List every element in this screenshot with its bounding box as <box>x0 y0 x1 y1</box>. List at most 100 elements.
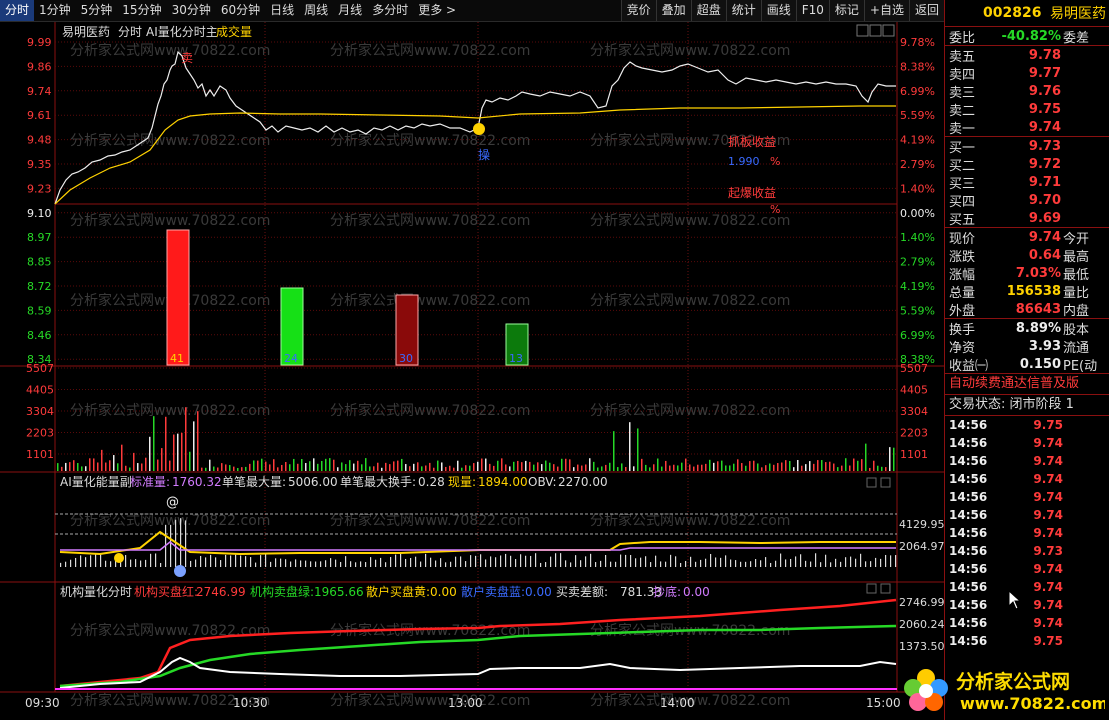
energy-legend-text: 0.28 <box>418 475 445 489</box>
volume-bar <box>217 467 219 471</box>
tick-price: 9.74 <box>1033 616 1063 630</box>
energy-bar <box>345 556 347 567</box>
tab-2[interactable]: 5分钟 <box>76 0 118 21</box>
tool-button-1[interactable]: 叠加 <box>655 0 691 21</box>
volume-bar <box>133 452 135 471</box>
tool-button-4[interactable]: 画线 <box>760 0 796 21</box>
volume-bar <box>849 465 851 471</box>
ask-row: 卖一 9.74 <box>945 118 1109 137</box>
volume-bar <box>609 462 611 471</box>
energy-bar <box>240 555 242 567</box>
fund-row: 收益㈠ 0.150 PE(动 <box>945 355 1109 374</box>
tool-button-3[interactable]: 统计 <box>725 0 761 21</box>
bid-row: 买四 9.70 <box>945 191 1109 210</box>
volume-bar <box>509 466 511 471</box>
tab-8[interactable]: 月线 <box>333 0 367 21</box>
at-marker: @ <box>166 495 179 510</box>
volume-bar <box>653 464 655 471</box>
volume-bar <box>581 465 583 471</box>
volume-bar <box>469 465 471 471</box>
fund-row-label: 净资 <box>949 340 976 356</box>
volume-bar <box>657 458 659 471</box>
volume-bar <box>85 466 87 471</box>
intraday-chart[interactable]: 分析家公式网www.70822.com 分析家公式网www.70822.com 分析… <box>0 22 944 720</box>
target-icon[interactable] <box>856 24 869 37</box>
energy-bar <box>570 562 572 567</box>
volume-bar <box>837 467 839 471</box>
tick-price: 9.75 <box>1033 418 1063 432</box>
fund-row: 净资 3.93 流通 <box>945 337 1109 356</box>
tool-button-7[interactable]: +自选 <box>863 0 909 21</box>
time-axis-label: 10:30 <box>233 696 268 710</box>
tab-5[interactable]: 60分钟 <box>216 0 265 21</box>
tick-time: 14:56 <box>949 472 988 486</box>
volume-bar <box>425 465 427 471</box>
energy-bar <box>230 555 232 567</box>
tab-6[interactable]: 日线 <box>265 0 299 21</box>
volume-bar <box>409 466 411 471</box>
tab-7[interactable]: 周线 <box>299 0 333 21</box>
stat-row-label: 外盘 <box>949 303 976 319</box>
inst-legend-text: 抄底: <box>653 584 681 599</box>
tab-1[interactable]: 1分钟 <box>34 0 76 21</box>
volume-bar <box>189 451 191 471</box>
tick-time: 14:56 <box>949 598 988 612</box>
tool-button-0[interactable]: 竞价 <box>620 0 656 21</box>
energy-bar <box>865 561 867 567</box>
volume-bar <box>569 459 571 471</box>
energy-bar <box>495 557 497 567</box>
ask-row-label: 卖三 <box>949 85 976 101</box>
energy-bar <box>520 554 522 567</box>
energy-bar <box>280 558 282 567</box>
bid-row-label: 买一 <box>949 140 976 156</box>
energy-bar <box>425 553 427 567</box>
tab-4[interactable]: 30分钟 <box>167 0 216 21</box>
energy-bar <box>85 557 87 567</box>
energy-bar <box>155 553 157 567</box>
volume-bar <box>325 458 327 471</box>
tick-list[interactable]: 14:56 9.75 14:56 9.74 14:56 9.74 14:56 9.74 14:5… <box>945 416 1109 650</box>
energy-bar <box>895 555 897 567</box>
watermark-text: 分析家公式网www.70822.com <box>330 212 530 229</box>
close-icon[interactable] <box>880 583 891 594</box>
energy-bar <box>820 562 822 567</box>
volume-bar <box>693 466 695 471</box>
time-axis-label: 14:00 <box>660 696 695 710</box>
energy-bar <box>845 557 847 567</box>
tab-9[interactable]: 多分时 <box>367 0 413 21</box>
volume-bar <box>685 458 687 471</box>
tab-3[interactable]: 15分钟 <box>117 0 166 21</box>
tab-10[interactable]: 更多 > <box>413 0 461 21</box>
tool-button-5[interactable]: F10 <box>795 0 829 21</box>
watermark-text: 分析家公式网www.70822.com <box>330 402 530 419</box>
volume-bar <box>793 467 795 471</box>
close-icon[interactable] <box>882 24 895 37</box>
tool-button-8[interactable]: 返回 <box>908 0 944 21</box>
volume-bar <box>701 464 703 471</box>
volume-bar <box>121 444 123 471</box>
tool-button-2[interactable]: 超盘 <box>690 0 726 21</box>
volume-bar <box>117 463 119 471</box>
close-icon[interactable] <box>880 477 891 488</box>
volume-bar <box>297 463 299 471</box>
tab-0[interactable]: 分时 <box>0 0 35 21</box>
ask-row-label: 卖五 <box>949 49 976 65</box>
dropdown-icon[interactable] <box>866 477 877 488</box>
restore-icon[interactable] <box>869 24 882 37</box>
energy-bar <box>305 560 307 567</box>
volume-bar <box>405 464 407 471</box>
volume-bar <box>537 462 539 471</box>
price-axis-label: 9.86 <box>27 60 52 73</box>
tool-button-6[interactable]: 标记 <box>828 0 864 21</box>
bid-row-value: 9.70 <box>1028 192 1061 208</box>
volume-bar <box>209 459 211 471</box>
volume-bar <box>881 466 883 471</box>
quote-panel: 002826 易明医药 委比 -40.82% 委差 卖五 9.78 卖四 9.77 卖三… <box>944 0 1109 720</box>
ask-row-value: 9.76 <box>1028 83 1061 99</box>
energy-bar <box>670 554 672 567</box>
renewal-banner[interactable]: 自动续费通达信普及版 <box>945 374 1109 394</box>
fund-row-label2: 流通 <box>1063 340 1090 356</box>
volume-bar <box>637 428 639 471</box>
energy-bar <box>660 561 662 567</box>
dropdown-icon[interactable] <box>866 583 877 594</box>
